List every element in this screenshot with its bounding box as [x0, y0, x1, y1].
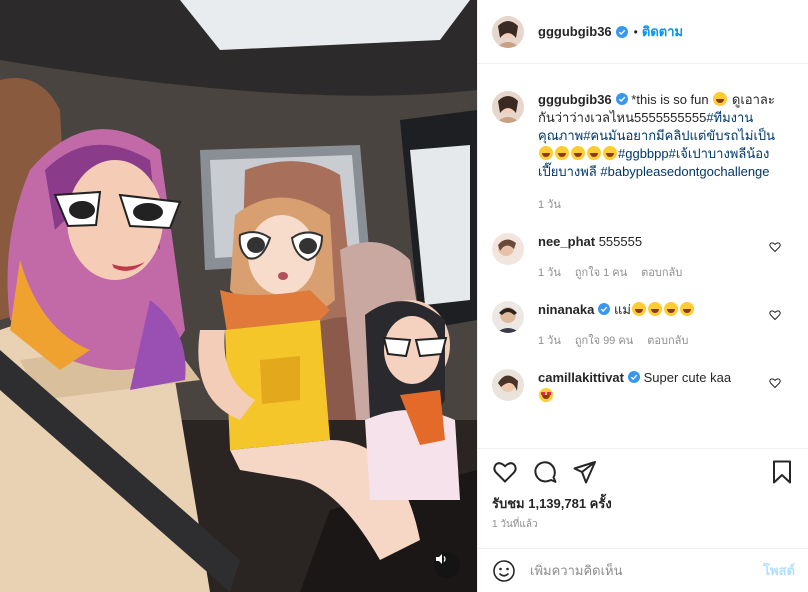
post-header: gggubgib36 • ติดตาม — [478, 0, 808, 64]
separator-dot: • — [633, 24, 638, 39]
post-timestamp[interactable]: 1 วันที่แล้ว — [492, 517, 538, 532]
avatar-image — [492, 15, 524, 48]
post-side-panel: gggubgib36 • ติดตาม gggubgib36 *this is … — [477, 0, 808, 592]
commenter-avatar[interactable] — [492, 301, 524, 333]
caption-text: gggubgib36 *this is so fun ดูเอาละกันว่า… — [538, 91, 786, 181]
comment-input[interactable] — [530, 563, 764, 578]
audio-toggle-button[interactable] — [434, 552, 460, 578]
laughing-emoji-icon — [587, 146, 601, 160]
caption-meta: 1 วัน — [538, 195, 786, 213]
comment-meta: 1 วัน ถูกใจ 99 คน ตอบกลับ — [538, 331, 786, 349]
like-comment-heart-icon[interactable] — [769, 377, 781, 389]
comment-text: nee_phat 555555 — [538, 233, 786, 251]
hashtag-link[interactable]: #babypleasedontgochallenge — [600, 164, 769, 179]
share-icon[interactable] — [572, 459, 598, 485]
caption: gggubgib36 *this is so fun ดูเอาละกันว่า… — [492, 91, 795, 213]
video-frame — [0, 0, 477, 592]
verified-icon — [615, 25, 628, 38]
caption-username[interactable]: gggubgib36 — [538, 92, 612, 107]
like-comment-heart-icon[interactable] — [769, 241, 781, 253]
comment-time[interactable]: 1 วัน — [538, 331, 561, 349]
laughing-emoji-icon — [663, 302, 678, 316]
avatar-image — [492, 369, 524, 401]
follow-button[interactable]: ติดตาม — [642, 21, 683, 42]
laughing-emoji-icon — [713, 92, 728, 106]
emoji-icon[interactable] — [492, 559, 516, 583]
bookmark-icon[interactable] — [769, 459, 795, 485]
commenter-avatar[interactable] — [492, 369, 524, 401]
comment-item: camillakittivat Super cute kaa — [492, 369, 795, 405]
post-actions: รับชม 1,139,781 ครั้ง 1 วันที่แล้ว — [478, 448, 808, 548]
laughing-emoji-icon — [679, 302, 694, 316]
audio-icon — [436, 554, 446, 564]
post-comment-button[interactable]: โพสต์ — [763, 560, 795, 581]
comment-body: 555555 — [598, 234, 643, 249]
author-avatar[interactable] — [492, 15, 524, 48]
reply-button[interactable]: ตอบกลับ — [641, 263, 682, 281]
comment-item: nee_phat 555555 1 วัน ถูกใจ 1 คน ตอบกลับ — [492, 233, 795, 281]
view-count[interactable]: รับชม 1,139,781 ครั้ง — [492, 493, 612, 514]
comment-text: camillakittivat Super cute kaa — [538, 369, 786, 405]
avatar-image — [492, 233, 524, 265]
caption-avatar[interactable] — [492, 91, 524, 123]
avatar-image — [492, 91, 524, 123]
comment-username[interactable]: camillakittivat — [538, 370, 624, 385]
comment-username[interactable]: ninanaka — [538, 302, 594, 317]
like-comment-heart-icon[interactable] — [769, 309, 781, 321]
laughing-emoji-icon — [555, 146, 569, 160]
comment-likes[interactable]: ถูกใจ 1 คน — [575, 263, 627, 281]
commenter-avatar[interactable] — [492, 233, 524, 265]
laughing-emoji-icon — [603, 146, 617, 160]
comment-body: Super cute kaa — [643, 370, 732, 385]
avatar-image — [492, 301, 524, 333]
heart-eyes-emoji-icon — [539, 388, 553, 402]
post-video[interactable] — [0, 0, 477, 592]
laughing-emoji-icon — [539, 146, 553, 160]
laughing-emoji-icon — [571, 146, 585, 160]
comment-icon[interactable] — [532, 459, 558, 485]
comment-item: ninanaka แม่ 1 วัน ถูกใจ 99 คน ตอบกลับ — [492, 301, 795, 349]
laughing-emoji-icon — [631, 302, 646, 316]
comment-username[interactable]: nee_phat — [538, 234, 595, 249]
heart-icon[interactable] — [492, 459, 518, 485]
comment-body: แม่ — [613, 302, 631, 317]
comment-time[interactable]: 1 วัน — [538, 263, 561, 281]
laughing-emoji-icon — [647, 302, 662, 316]
instagram-post: gggubgib36 • ติดตาม gggubgib36 *this is … — [0, 0, 808, 592]
verified-icon — [628, 371, 640, 383]
comments-list[interactable]: gggubgib36 *this is so fun ดูเอาละกันว่า… — [478, 65, 808, 448]
comment-text: ninanaka แม่ — [538, 301, 786, 319]
caption-body-a: *this is so fun — [631, 92, 709, 107]
author-username[interactable]: gggubgib36 — [538, 24, 612, 39]
verified-icon — [598, 303, 611, 315]
add-comment-bar: โพสต์ — [478, 548, 808, 592]
comment-meta: 1 วัน ถูกใจ 1 คน ตอบกลับ — [538, 263, 786, 281]
verified-icon — [615, 93, 628, 105]
comment-likes[interactable]: ถูกใจ 99 คน — [575, 331, 633, 349]
reply-button[interactable]: ตอบกลับ — [647, 331, 688, 349]
caption-time[interactable]: 1 วัน — [538, 195, 561, 213]
